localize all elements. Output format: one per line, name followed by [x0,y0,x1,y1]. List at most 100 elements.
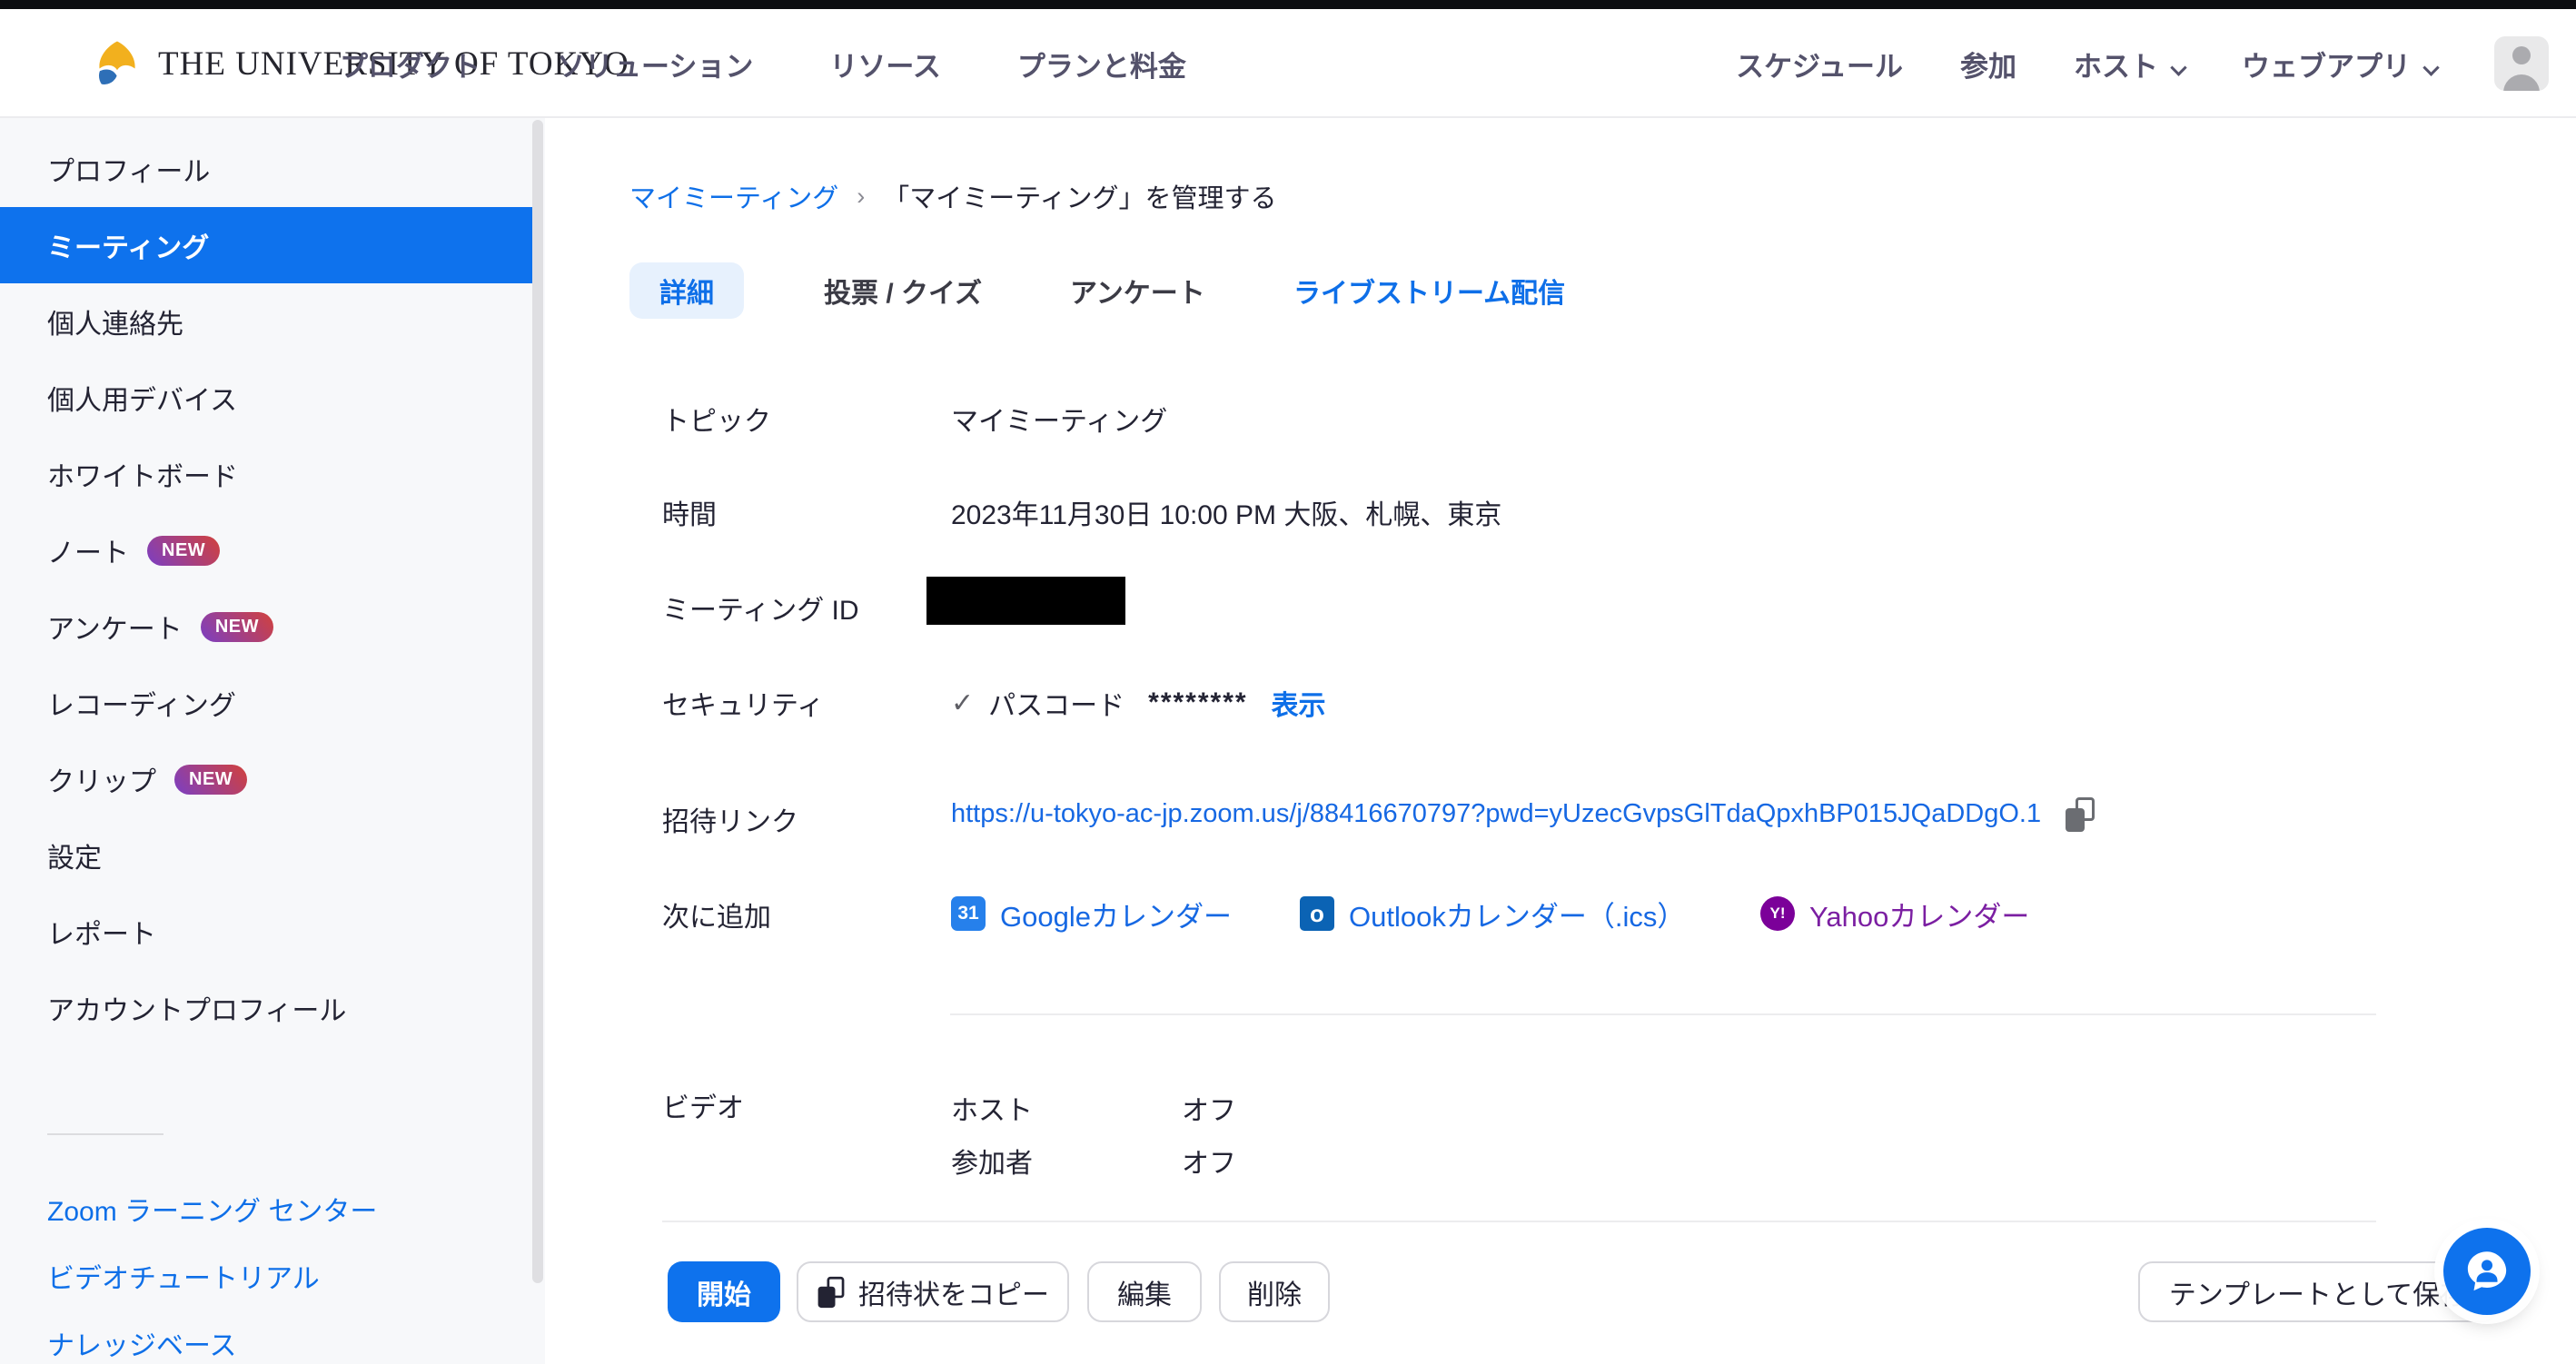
nav-host-menu[interactable]: ホスト [2074,44,2185,84]
nav-web-app-label: ウェブアプリ [2242,51,2411,83]
breadcrumb-separator: › [857,183,865,211]
tab-polls-quizzes[interactable]: 投票 / クイズ [824,262,982,319]
copy-invitation-button[interactable]: 招待状をコピー [797,1261,1069,1322]
calendar-link-yahoo[interactable]: Y! Yahooカレンダー [1760,893,2029,934]
sidebar-item-label: アカウントプロフィール [47,988,346,1028]
sidebar-footer-links: Zoom ラーニング センター ビデオチュートリアル ナレッジベース [0,1175,545,1364]
sidebar-item-recordings[interactable]: レコーディング [0,665,534,741]
user-avatar-icon [2503,74,2540,91]
outlook-calendar-icon: o [1300,896,1334,931]
chevron-down-icon [2422,59,2439,75]
copy-invite-link-button[interactable] [2066,797,2095,832]
nav-host-label: ホスト [2074,51,2158,83]
header-right-nav: スケジュール 参加 ホスト ウェブアプリ [1736,9,2549,118]
support-chat-button[interactable] [2443,1228,2531,1315]
delete-button[interactable]: 削除 [1219,1261,1330,1322]
sidebar-item-reports[interactable]: レポート [0,894,534,970]
sidebar-item-label: プロフィール [47,149,210,189]
sidebar-item-clips[interactable]: クリップNEW [0,741,534,817]
label-security: セキュリティ [662,683,824,723]
label-video: ビデオ [662,1085,744,1125]
video-participant-label: 参加者 [951,1141,1033,1181]
sidebar-item-notes[interactable]: ノート NEW [0,512,534,588]
breadcrumb-current-page: 「マイミーティング」を管理する [883,177,1276,215]
label-topic: トピック [662,399,771,439]
label-meeting-id: ミーティング ID [662,588,859,628]
new-badge: NEW [174,765,247,795]
tab-details[interactable]: 詳細 [629,262,744,319]
label-time: 時間 [662,492,717,532]
start-button[interactable]: 開始 [668,1261,780,1322]
nav-join[interactable]: 参加 [1960,44,2016,84]
edit-button[interactable]: 編集 [1087,1261,1202,1322]
copy-icon [818,1276,845,1307]
calendar-link-label: Yahooカレンダー [1809,894,2029,934]
sidebar-link-knowledge-base[interactable]: ナレッジベース [0,1310,545,1364]
nav-item-plans-pricing[interactable]: プランと料金 [1017,44,1186,84]
sidebar-link-learning-center[interactable]: Zoom ラーニング センター [0,1175,545,1242]
yahoo-calendar-icon: Y! [1760,896,1795,931]
sidebar-item-label: 設定 [47,835,102,875]
sidebar-item-meetings[interactable]: ミーティング [0,207,534,283]
sidebar-item-whiteboard[interactable]: ホワイトボード [0,436,534,512]
sidebar-item-label: 個人連絡先 [47,301,183,341]
copy-icon [2066,808,2085,832]
zoom-web-portal-page: THE UNIVERSITY OF TOKYO プロダクト ソリューション リソ… [0,0,2576,1364]
copy-invitation-label: 招待状をコピー [858,1272,1049,1312]
security-row: ✓ パスコード ******** 表示 [951,683,1326,723]
sidebar-item-label: アンケート [47,607,183,647]
support-chat-icon [2461,1245,2513,1298]
passcode-mask: ******** [1148,687,1247,718]
breadcrumb-my-meetings-link[interactable]: マイミーティング [629,177,838,215]
new-badge: NEW [147,536,220,566]
section-divider [662,1221,2376,1222]
calendar-link-google[interactable]: 31 Googleカレンダー [951,893,1232,934]
calendar-link-outlook[interactable]: o Outlookカレンダー（.ics） [1300,893,1685,934]
utokyo-ginkgo-icon [91,37,144,90]
check-icon: ✓ [951,687,974,719]
tab-livestream[interactable]: ライブストリーム配信 [1293,262,1565,319]
nav-schedule[interactable]: スケジュール [1736,44,1903,84]
sidebar: プロフィール ミーティング 個人連絡先 個人用デバイス ホワイトボード ノート N… [0,118,545,1364]
google-calendar-icon: 31 [951,896,986,931]
nav-item-resources[interactable]: リソース [829,44,940,84]
calendar-link-label: Outlookカレンダー（.ics） [1349,894,1685,934]
sidebar-items: プロフィール ミーティング 個人連絡先 個人用デバイス ホワイトボード ノート N… [0,131,545,1046]
value-topic: マイミーティング [951,399,1167,439]
sidebar-item-label: ミーティング [47,225,209,265]
nav-item-products[interactable]: プロダクト [340,44,481,84]
tab-survey[interactable]: アンケート [1070,262,1205,319]
main-content: マイミーティング › 「マイミーティング」を管理する 詳細 投票 / クイズ ア… [545,118,2576,1364]
sidebar-item-personal-contacts[interactable]: 個人連絡先 [0,283,534,360]
passcode-label: パスコード [988,683,1125,723]
sidebar-link-video-tutorials[interactable]: ビデオチュートリアル [0,1242,545,1310]
sidebar-item-account-profile[interactable]: アカウントプロフィール [0,970,534,1046]
sidebar-item-label: ノート [47,530,129,570]
sidebar-divider [47,1133,163,1135]
section-divider [950,1013,2376,1015]
sidebar-scrollbar[interactable] [532,120,543,1283]
top-strip [0,0,2576,9]
user-avatar[interactable] [2494,36,2549,91]
show-passcode-link[interactable]: 表示 [1272,683,1326,723]
sidebar-item-settings[interactable]: 設定 [0,817,534,894]
header: THE UNIVERSITY OF TOKYO プロダクト ソリューション リソ… [0,9,2576,118]
sidebar-item-label: 個人用デバイス [47,378,237,418]
nav-web-app-menu[interactable]: ウェブアプリ [2242,44,2437,84]
video-host-value: オフ [1182,1088,1236,1128]
sidebar-item-surveys[interactable]: アンケートNEW [0,588,534,665]
meeting-id-redacted-box [926,577,1125,625]
chevron-down-icon [2170,59,2186,75]
sidebar-item-profile[interactable]: プロフィール [0,131,534,207]
label-add-to: 次に追加 [662,895,771,934]
sidebar-item-label: レポート [47,912,156,952]
calendar-link-label: Googleカレンダー [1000,894,1232,934]
nav-item-solutions[interactable]: ソリューション [557,44,753,84]
label-invite-link: 招待リンク [662,799,798,839]
main-nav: プロダクト ソリューション リソース プランと料金 [340,9,1186,118]
video-participant-value: オフ [1182,1141,1236,1181]
sidebar-item-personal-devices[interactable]: 個人用デバイス [0,360,534,436]
invite-link[interactable]: https://u-tokyo-ac-jp.zoom.us/j/88416670… [951,799,2041,829]
video-host-label: ホスト [951,1088,1033,1128]
breadcrumb: マイミーティング › 「マイミーティング」を管理する [629,177,1277,215]
